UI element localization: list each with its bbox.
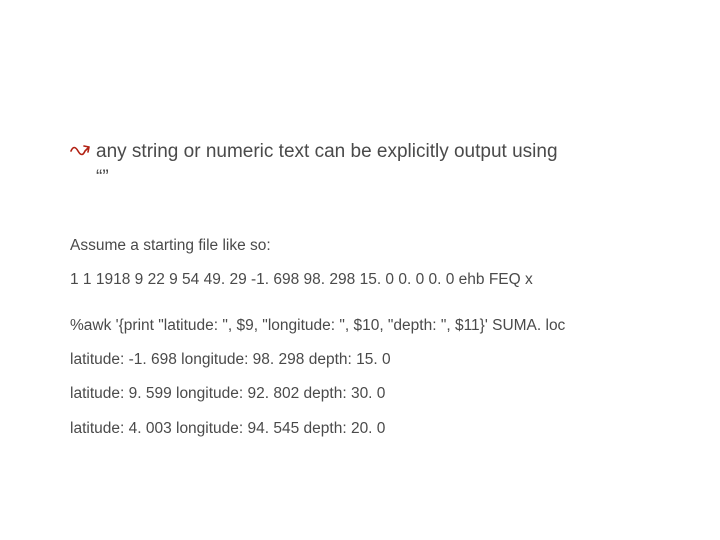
slide-body: any string or numeric text can be explic… bbox=[0, 0, 720, 540]
assume-line: Assume a starting file like so: bbox=[70, 236, 650, 256]
bullet-item: any string or numeric text can be explic… bbox=[70, 140, 650, 165]
bullet-text: any string or numeric text can be explic… bbox=[96, 140, 650, 164]
sample-data-line: 1 1 1918 9 22 9 54 49. 29 -1. 698 98. 29… bbox=[70, 270, 650, 290]
output-line-3: latitude: 4. 003 longitude: 94. 545 dept… bbox=[70, 419, 650, 439]
awk-command-line: %awk '{print "latitude: ", $9, "longitud… bbox=[70, 316, 650, 336]
output-line-2: latitude: 9. 599 longitude: 92. 802 dept… bbox=[70, 384, 650, 404]
bullet-sub-quote: “” bbox=[96, 167, 650, 190]
output-line-1: latitude: -1. 698 longitude: 98. 298 dep… bbox=[70, 350, 650, 370]
squiggle-icon bbox=[70, 142, 90, 165]
